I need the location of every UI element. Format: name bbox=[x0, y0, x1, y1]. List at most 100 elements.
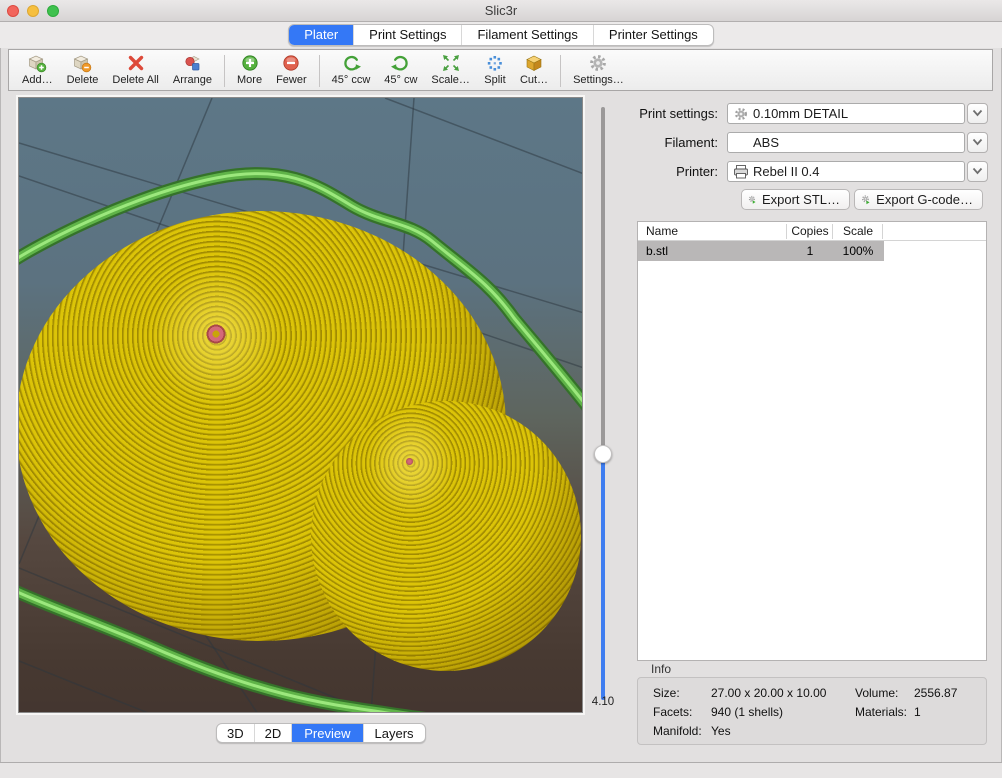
slic3r-window: { "window": { "title": "Slic3r" }, "main… bbox=[0, 0, 1002, 778]
fewer-minus-circle-icon bbox=[280, 53, 302, 74]
tab-2d[interactable]: 2D bbox=[254, 724, 292, 742]
rotate-ccw-icon bbox=[340, 53, 362, 74]
split-button[interactable]: Split bbox=[477, 52, 513, 87]
toolbar-label: Settings… bbox=[573, 74, 624, 87]
delete-button[interactable]: Delete bbox=[60, 52, 106, 87]
tab-printer-settings[interactable]: Printer Settings bbox=[593, 25, 713, 45]
materials-value: 1 bbox=[914, 705, 921, 719]
volume-value: 2556.87 bbox=[914, 686, 957, 700]
toolbar-label: Fewer bbox=[276, 74, 307, 87]
layer-slider-track[interactable] bbox=[601, 107, 605, 454]
export-stl-label: Export STL… bbox=[762, 190, 840, 209]
print-settings-value: 0.10mm DETAIL bbox=[753, 106, 848, 121]
more-button[interactable]: More bbox=[230, 52, 269, 87]
rotate-cw-icon bbox=[390, 53, 412, 74]
chevron-down-icon bbox=[972, 138, 983, 146]
fewer-button[interactable]: Fewer bbox=[269, 52, 314, 87]
printer-value: Rebel II 0.4 bbox=[753, 164, 820, 179]
export-gcode-button[interactable]: Export G-code… bbox=[854, 189, 983, 210]
tab-layers[interactable]: Layers bbox=[363, 724, 425, 742]
arrange-objects-icon bbox=[181, 53, 203, 74]
skirt-loop bbox=[19, 98, 583, 713]
export-gcode-label: Export G-code… bbox=[876, 190, 973, 209]
toolbar-label: 45° ccw bbox=[332, 74, 371, 87]
filament-combo[interactable]: ABS bbox=[727, 132, 965, 153]
tab-3d[interactable]: 3D bbox=[217, 724, 254, 742]
info-group-box: Size: 27.00 x 20.00 x 10.00 Volume: 2556… bbox=[637, 677, 987, 745]
toolbar-label: More bbox=[237, 74, 262, 87]
export-gear-arrow-icon bbox=[748, 192, 757, 207]
delete-box-minus-icon bbox=[71, 53, 93, 74]
printer-icon bbox=[733, 164, 749, 180]
manifold-value: Yes bbox=[711, 724, 731, 738]
preview-3d-viewport[interactable] bbox=[18, 97, 583, 713]
add-button[interactable]: Add… bbox=[15, 52, 60, 87]
column-divider[interactable] bbox=[786, 224, 787, 239]
toolbar-label: Cut… bbox=[520, 74, 548, 87]
tab-preview[interactable]: Preview bbox=[291, 724, 362, 742]
object-list-table[interactable]: Name Copies Scale b.stl 1 100% bbox=[637, 221, 987, 661]
gear-icon bbox=[587, 53, 609, 74]
tab-filament-settings[interactable]: Filament Settings bbox=[461, 25, 592, 45]
column-header-scale[interactable]: Scale bbox=[833, 222, 883, 241]
chevron-down-icon bbox=[972, 167, 983, 175]
facets-value: 940 (1 shells) bbox=[711, 705, 783, 719]
view-mode-tabs: 3D 2D Preview Layers bbox=[216, 721, 426, 743]
toolbar-label: Delete bbox=[67, 74, 99, 87]
toolbar-separator bbox=[224, 55, 225, 87]
rotate-ccw-button[interactable]: 45° ccw bbox=[325, 52, 378, 87]
tab-print-settings[interactable]: Print Settings bbox=[353, 25, 461, 45]
export-gear-arrow-icon bbox=[861, 192, 871, 207]
print-settings-dropdown-button[interactable] bbox=[967, 103, 988, 124]
column-header-name[interactable]: Name bbox=[646, 222, 678, 241]
title-bar: Slic3r bbox=[0, 0, 1002, 22]
facets-label: Facets: bbox=[653, 705, 692, 719]
manifold-label: Manifold: bbox=[653, 724, 702, 738]
chevron-down-icon bbox=[972, 109, 983, 117]
object-table-header: Name Copies Scale bbox=[638, 222, 986, 241]
cell-name: b.stl bbox=[646, 241, 668, 261]
arrange-button[interactable]: Arrange bbox=[166, 52, 219, 87]
size-label: Size: bbox=[653, 686, 680, 700]
scale-button[interactable]: Scale… bbox=[424, 52, 477, 87]
rotate-cw-button[interactable]: 45° cw bbox=[377, 52, 424, 87]
column-header-copies[interactable]: Copies bbox=[787, 222, 833, 241]
filament-value: ABS bbox=[753, 135, 779, 150]
cut-button[interactable]: Cut… bbox=[513, 52, 555, 87]
print-settings-label: Print settings: bbox=[538, 106, 718, 121]
info-group-title: Info bbox=[651, 662, 671, 676]
filament-label: Filament: bbox=[538, 135, 718, 150]
volume-label: Volume: bbox=[855, 686, 898, 700]
split-dots-icon bbox=[484, 53, 506, 74]
filament-dropdown-button[interactable] bbox=[967, 132, 988, 153]
printer-label: Printer: bbox=[538, 164, 718, 179]
layer-slider-thumb[interactable] bbox=[594, 445, 612, 463]
cut-cube-icon bbox=[523, 53, 545, 74]
column-divider[interactable] bbox=[882, 224, 883, 239]
layer-slider-track-filled[interactable] bbox=[601, 454, 605, 700]
column-divider[interactable] bbox=[832, 224, 833, 239]
layer-slider-value: 4.10 bbox=[583, 696, 623, 708]
add-box-plus-icon bbox=[26, 53, 48, 74]
printer-combo[interactable]: Rebel II 0.4 bbox=[727, 161, 965, 182]
gear-icon bbox=[733, 106, 749, 122]
delete-all-button[interactable]: Delete All bbox=[105, 52, 165, 87]
toolbar-label: Scale… bbox=[431, 74, 470, 87]
window-title: Slic3r bbox=[0, 0, 1002, 22]
tab-plater[interactable]: Plater bbox=[289, 25, 353, 45]
materials-label: Materials: bbox=[855, 705, 907, 719]
export-stl-button[interactable]: Export STL… bbox=[741, 189, 850, 210]
more-plus-circle-icon bbox=[239, 53, 261, 74]
status-bar bbox=[0, 762, 1002, 778]
main-tab-control: Plater Print Settings Filament Settings … bbox=[288, 24, 714, 46]
printer-dropdown-button[interactable] bbox=[967, 161, 988, 182]
main-tab-strip: Plater Print Settings Filament Settings … bbox=[0, 22, 1002, 48]
plater-toolbar: Add… Delete Delete All Arrange bbox=[8, 49, 993, 91]
settings-button[interactable]: Settings… bbox=[566, 52, 631, 87]
toolbar-label: Split bbox=[484, 74, 505, 87]
table-row[interactable]: b.stl 1 100% bbox=[638, 241, 986, 261]
size-value: 27.00 x 20.00 x 10.00 bbox=[711, 686, 826, 700]
print-settings-combo[interactable]: 0.10mm DETAIL bbox=[727, 103, 965, 124]
toolbar-label: Arrange bbox=[173, 74, 212, 87]
cell-scale: 100% bbox=[833, 241, 883, 261]
